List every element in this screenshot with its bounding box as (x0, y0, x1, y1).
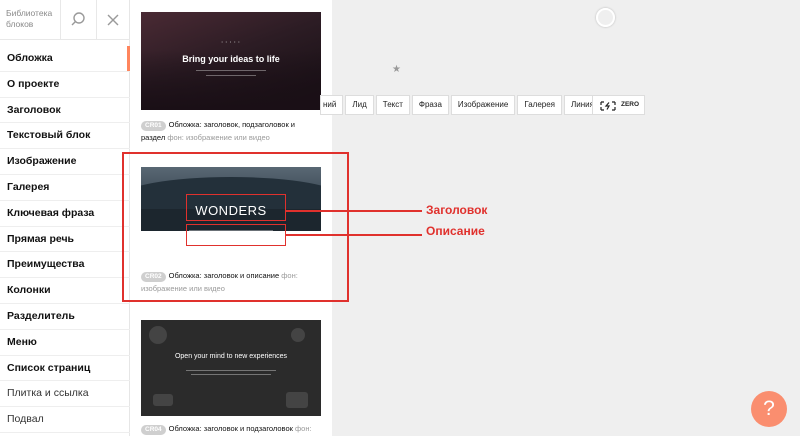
category-chip[interactable]: Изображение (450, 95, 516, 115)
description-callout-line (286, 234, 422, 236)
block-category-chips: ний Лид Текст Фраза Изображение Галерея … (320, 95, 603, 115)
thumbnail-decoration (196, 70, 266, 71)
block-thumbnail[interactable]: • • • • • Bring your ideas to life (141, 12, 321, 110)
sidebar-item-heading[interactable]: Заголовок (0, 98, 130, 124)
thumbnail-decoration (191, 374, 271, 375)
thumbnail-decoration (149, 326, 167, 344)
block-card-cr04[interactable]: Open your mind to new experiences CR04 Об… (141, 320, 321, 436)
category-chip[interactable]: Текст (375, 95, 410, 115)
block-code-badge: CR01 (141, 121, 166, 131)
thumbnail-decoration (153, 394, 173, 406)
block-note: фон: изображение или видео (167, 133, 270, 142)
description-highlight-box (186, 224, 286, 246)
thumbnail-decoration (206, 75, 256, 76)
block-thumbnail[interactable]: Open your mind to new experiences (141, 320, 321, 416)
sidebar-header: Библиотека блоков (0, 0, 130, 40)
sidebar-item-image[interactable]: Изображение (0, 149, 130, 175)
category-chip[interactable]: ний (320, 95, 344, 115)
block-meta: CR01 Обложка: заголовок, подзаголовок и р… (141, 118, 321, 144)
sidebar-item-menu[interactable]: Меню (0, 330, 130, 356)
sidebar-item-text-block[interactable]: Текстовый блок (0, 123, 130, 150)
sidebar-item-tiles-links[interactable]: Плитка и ссылка (0, 381, 130, 408)
sidebar-item-page-list[interactable]: Список страниц (0, 356, 130, 382)
description-callout-label: Описание (426, 224, 485, 238)
thumbnail-decoration (291, 328, 305, 342)
sidebar-item-gallery[interactable]: Галерея (0, 175, 130, 201)
sidebar-item-key-phrase[interactable]: Ключевая фраза (0, 201, 130, 227)
sidebar-title: Библиотека блоков (6, 8, 53, 29)
sidebar-item-about[interactable]: О проекте (0, 72, 130, 98)
thumbnail-decoration (286, 392, 308, 408)
header-divider (96, 0, 97, 40)
block-library-sidebar: Библиотека блоков Обложка О проекте Заго… (0, 0, 130, 436)
category-list: Обложка О проекте Заголовок Текстовый бл… (0, 46, 130, 433)
sidebar-item-features[interactable]: Преимущества (0, 252, 130, 279)
category-chip[interactable]: Фраза (411, 95, 449, 115)
block-code-badge: CR04 (141, 425, 166, 435)
thumbnail-title: Open your mind to new experiences (174, 353, 288, 360)
search-icon[interactable] (66, 8, 90, 32)
thumbnail-decoration: • • • • • (221, 40, 241, 44)
sidebar-item-footer[interactable]: Подвал (0, 407, 130, 433)
thumbnail-title: Bring your ideas to life (182, 54, 280, 64)
heading-callout-line (286, 210, 422, 212)
help-button[interactable]: ? (751, 391, 787, 427)
block-card-cr01[interactable]: • • • • • Bring your ideas to life CR01 О… (141, 12, 321, 144)
zero-block-icon (600, 101, 616, 111)
close-icon[interactable] (101, 8, 125, 32)
thumbnail-decoration (186, 370, 276, 371)
header-divider (60, 0, 61, 40)
loading-spinner (596, 8, 615, 27)
category-chip[interactable]: Галерея (517, 95, 562, 115)
sidebar-item-quote[interactable]: Прямая речь (0, 227, 130, 253)
heading-highlight-box (186, 194, 286, 221)
category-chip[interactable]: Лид (345, 95, 374, 115)
block-meta: CR04 Обложка: заголовок и подзаголовок фо… (141, 422, 321, 436)
zero-block-button[interactable]: ZERO (592, 95, 645, 115)
sidebar-item-cover[interactable]: Обложка (0, 46, 130, 72)
sidebar-item-columns[interactable]: Колонки (0, 278, 130, 304)
sidebar-item-divider[interactable]: Разделитель (0, 304, 130, 330)
star-icon: ★ (392, 64, 401, 75)
heading-callout-label: Заголовок (426, 203, 488, 217)
zero-block-label: ZERO (621, 101, 640, 108)
block-description: Обложка: заголовок и подзаголовок (168, 424, 293, 433)
